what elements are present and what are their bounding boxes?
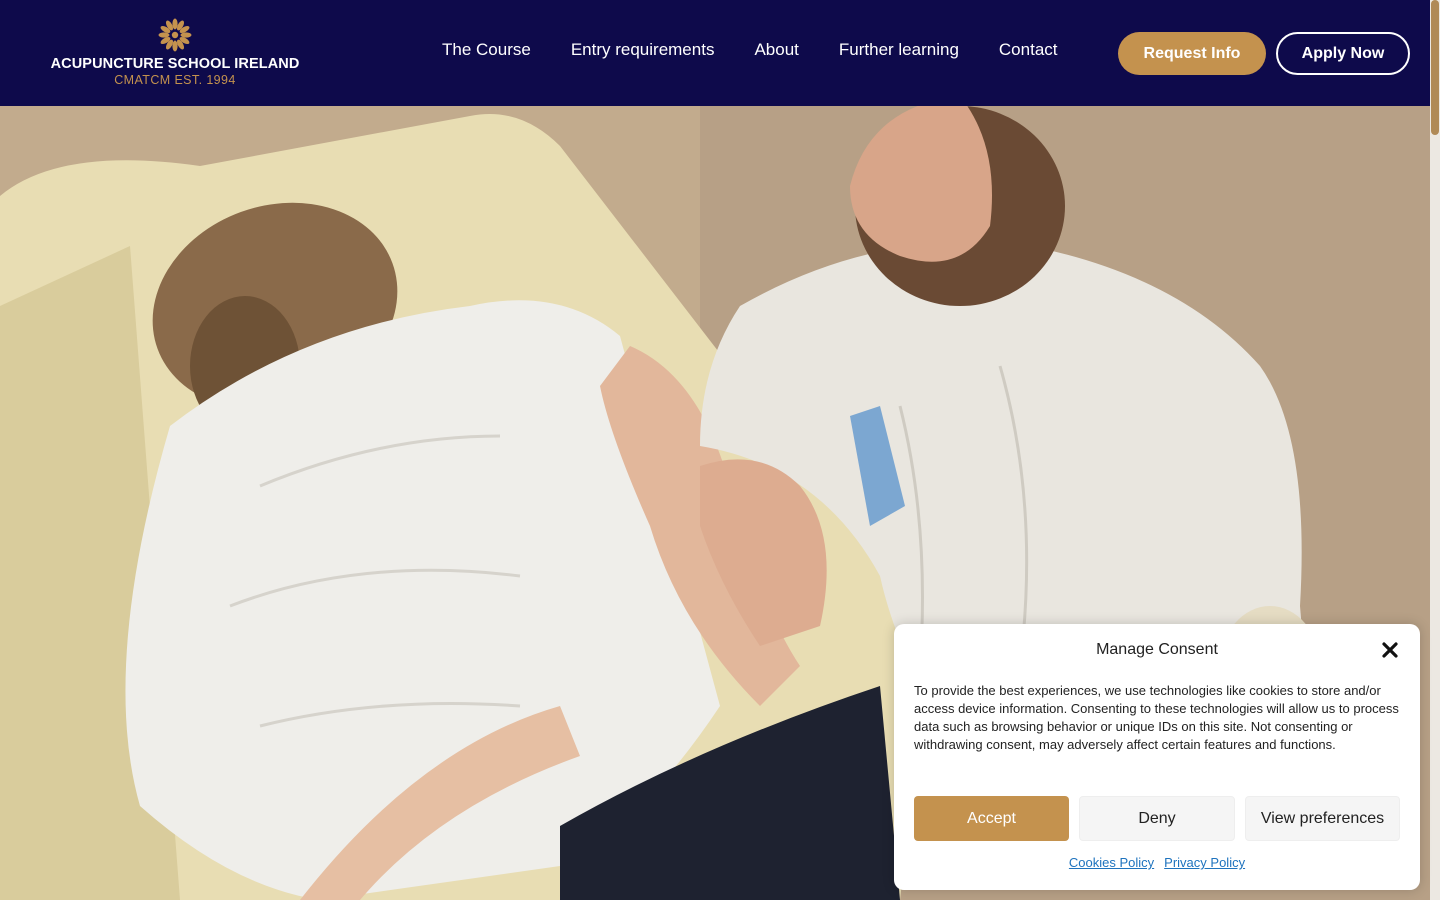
nav-item-about[interactable]: About	[754, 40, 798, 60]
main-nav: The Course Entry requirements About Furt…	[442, 40, 1098, 60]
nav-item-contact[interactable]: Contact	[999, 40, 1058, 60]
view-preferences-button[interactable]: View preferences	[1245, 796, 1400, 841]
logo-title: ACUPUNCTURE SCHOOL IRELAND	[50, 56, 300, 72]
deny-button[interactable]: Deny	[1079, 796, 1235, 841]
accept-button[interactable]: Accept	[914, 796, 1069, 841]
consent-links: Cookies Policy Privacy Policy	[894, 855, 1420, 870]
scrollbar-thumb[interactable]	[1431, 0, 1439, 135]
nav-item-the-course[interactable]: The Course	[442, 40, 531, 60]
privacy-policy-link[interactable]: Privacy Policy	[1164, 855, 1245, 870]
page-scrollbar[interactable]	[1430, 0, 1440, 900]
request-info-button[interactable]: Request Info	[1118, 32, 1266, 75]
site-logo[interactable]: ACUPUNCTURE SCHOOL IRELAND CMATCM EST. 1…	[51, 18, 299, 90]
nav-item-entry-requirements[interactable]: Entry requirements	[571, 40, 715, 60]
close-icon[interactable]	[1380, 640, 1400, 660]
logo-subtitle: CMATCM EST. 1994	[114, 73, 236, 87]
cookies-policy-link[interactable]: Cookies Policy	[1069, 855, 1154, 870]
consent-title: Manage Consent	[1096, 641, 1218, 658]
nav-item-further-learning[interactable]: Further learning	[839, 40, 959, 60]
sun-flower-icon	[158, 18, 192, 52]
site-header: ACUPUNCTURE SCHOOL IRELAND CMATCM EST. 1…	[0, 0, 1430, 106]
consent-message: To provide the best experiences, we use …	[914, 683, 1399, 752]
consent-dialog: Manage Consent To provide the best exper…	[894, 624, 1420, 890]
apply-now-button[interactable]: Apply Now	[1276, 32, 1410, 75]
